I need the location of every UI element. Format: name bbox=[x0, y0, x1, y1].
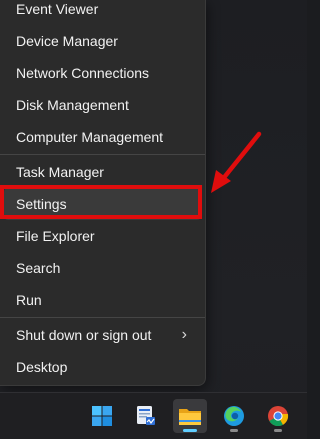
task-manager-icon[interactable] bbox=[129, 399, 163, 433]
menu-item-label: Network Connections bbox=[16, 65, 150, 81]
menu-item-label: Run bbox=[16, 292, 42, 308]
menu-item-disk-management[interactable]: Disk Management bbox=[4, 89, 201, 121]
menu-item-desktop[interactable]: Desktop bbox=[4, 351, 201, 383]
menu-item-run[interactable]: Run bbox=[4, 284, 201, 316]
active-app-indicator bbox=[183, 429, 197, 432]
menu-item-label: Device Manager bbox=[16, 33, 118, 49]
menu-item-label: Event Viewer bbox=[16, 1, 99, 17]
menu-item-label: Search bbox=[16, 260, 61, 276]
menu-separator bbox=[0, 317, 205, 318]
menu-item-label: File Explorer bbox=[16, 228, 95, 244]
menu-item-network-connections[interactable]: Network Connections bbox=[4, 57, 201, 89]
menu-item-file-explorer[interactable]: File Explorer bbox=[4, 220, 201, 252]
menu-item-computer-management[interactable]: Computer Management bbox=[4, 121, 201, 153]
windows-start-icon[interactable] bbox=[85, 399, 119, 433]
menu-separator bbox=[0, 154, 205, 155]
running-app-indicator bbox=[274, 429, 282, 432]
menu-item-shut-down-or-sign-out[interactable]: Shut down or sign out › bbox=[4, 319, 201, 351]
menu-item-label: Task Manager bbox=[16, 164, 104, 180]
menu-item-device-manager[interactable]: Device Manager bbox=[4, 25, 201, 57]
menu-item-settings[interactable]: Settings bbox=[4, 188, 201, 220]
running-app-indicator bbox=[230, 429, 238, 432]
menu-item-label: Desktop bbox=[16, 359, 68, 375]
taskbar bbox=[0, 392, 307, 439]
menu-item-label: Settings bbox=[16, 196, 67, 212]
menu-item-event-viewer[interactable]: Event Viewer bbox=[4, 0, 201, 25]
menu-item-label: Computer Management bbox=[16, 129, 164, 145]
menu-item-label: Shut down or sign out bbox=[16, 327, 152, 343]
menu-item-search[interactable]: Search bbox=[4, 252, 201, 284]
menu-item-task-manager[interactable]: Task Manager bbox=[4, 156, 201, 188]
file-explorer-icon[interactable] bbox=[173, 399, 207, 433]
edge-browser-icon[interactable] bbox=[217, 399, 251, 433]
chrome-browser-icon[interactable] bbox=[261, 399, 295, 433]
chevron-right-icon: › bbox=[181, 326, 187, 343]
winx-context-menu: Event Viewer Device Manager Network Conn… bbox=[0, 0, 206, 386]
menu-item-label: Disk Management bbox=[16, 97, 129, 113]
